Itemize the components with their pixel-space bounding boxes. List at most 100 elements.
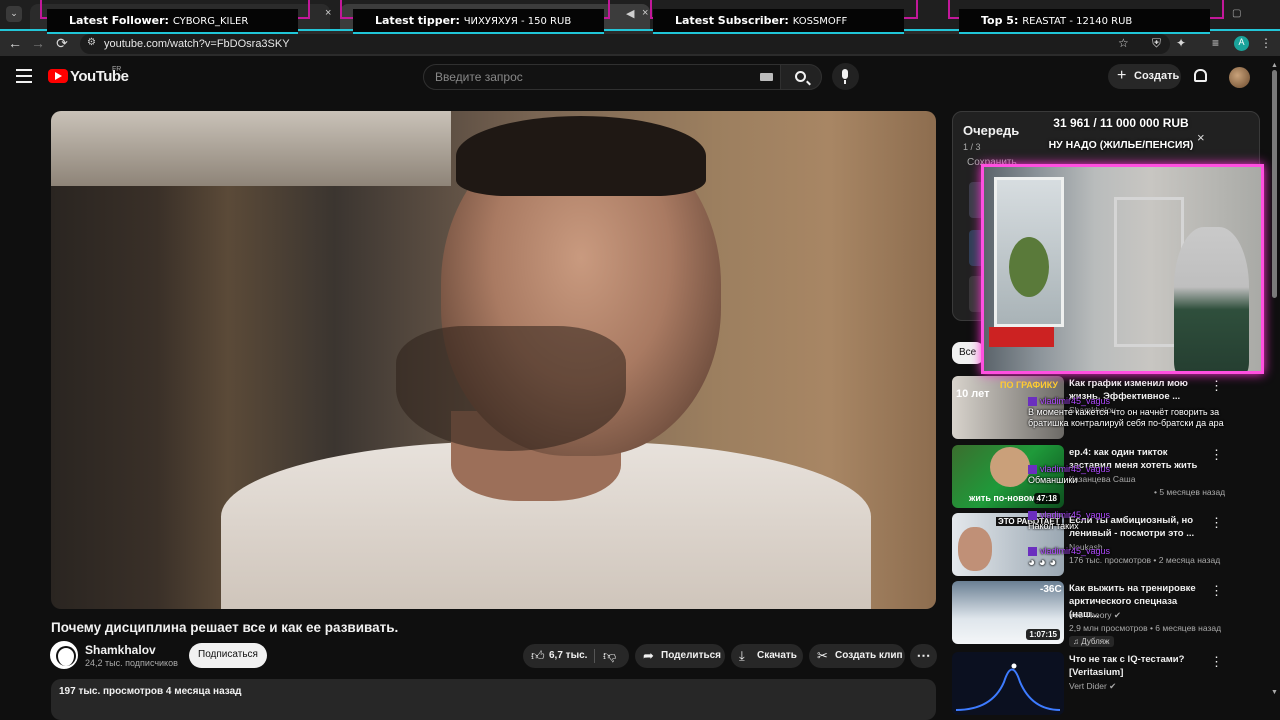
latest-follower-bar: Latest Follower: CYBORG_KILER <box>47 9 298 34</box>
like-divider <box>594 649 595 663</box>
chat-text: В моменте кажется что он начнёт говорить… <box>1028 407 1224 428</box>
youtube-header: YouTube FR Введите запрос + Создать <box>0 58 1280 98</box>
recommendation-meta: 2,9 млн просмотров • 6 месяцев назад <box>1069 623 1222 633</box>
like-count[interactable]: 6,7 тыс. <box>549 650 587 661</box>
thumbnail-face <box>958 527 992 571</box>
recommendation-channel[interactable]: Vert Dider ✔ <box>1069 681 1116 692</box>
more-options-icon[interactable]: ⋮ <box>1210 654 1223 670</box>
more-options-icon[interactable]: ⋮ <box>1210 378 1223 394</box>
download-button[interactable]: ⤓ Скачать <box>731 644 803 668</box>
scroll-down-arrow[interactable]: ▼ <box>1271 689 1278 696</box>
tab-close-icon[interactable]: × <box>325 7 331 19</box>
download-icon: ⤓ <box>739 648 745 663</box>
video-frame-ceiling <box>51 111 451 186</box>
profile-avatar[interactable]: A <box>1234 36 1249 51</box>
country-code: FR <box>112 66 122 73</box>
video-frame-beard <box>396 326 626 451</box>
chat-username: vladimir45_vagus <box>1040 510 1111 520</box>
back-icon[interactable]: ← <box>6 35 24 51</box>
video-frame-hair <box>456 116 706 196</box>
keyboard-icon[interactable] <box>760 73 773 81</box>
chat-emotes: ◕ ◕ ◕ <box>1028 555 1057 569</box>
chat-text: Накол таких <box>1028 521 1079 531</box>
video-thumbnail[interactable] <box>952 652 1064 715</box>
latest-follower-label: Latest Follower: <box>69 14 169 27</box>
tab-close-icon[interactable]: × <box>642 7 648 19</box>
reload-icon[interactable]: ⟳ <box>53 35 71 52</box>
scroll-up-arrow[interactable]: ▲ <box>1271 62 1278 69</box>
thumbnail-subcaption: 10 лет <box>956 388 990 400</box>
subscribe-button[interactable]: Подписаться <box>189 643 267 668</box>
url-field[interactable]: ⚙ youtube.com/watch?v=FbDOsra3SKY ☆ <box>80 34 1170 54</box>
like-icon[interactable]: 👍︎ <box>531 648 545 664</box>
top5-value: REASTAT - 12140 RUB <box>1022 16 1133 27</box>
queue-title: Очередь <box>963 123 1020 138</box>
share-button[interactable]: ➦ Поделиться <box>635 644 725 668</box>
views-and-date: 197 тыс. просмотров 4 месяца назад <box>59 686 242 697</box>
chat-message: vladimir45_vagus Обманшики <box>1028 464 1224 486</box>
chat-badge-icon <box>1028 511 1037 521</box>
webcam-plant <box>1009 237 1049 297</box>
shield-icon[interactable]: ⛨ <box>1152 36 1161 51</box>
search-input[interactable]: Введите запрос <box>423 64 781 90</box>
latest-tipper-label: Latest tipper: <box>375 14 460 27</box>
voice-search-mic-icon[interactable] <box>832 63 859 90</box>
donation-goal-progress: 31 961 / 11 000 000 RUB <box>1053 116 1189 130</box>
notifications-bell-icon[interactable] <box>1194 69 1207 82</box>
create-label: Создать <box>1134 70 1180 82</box>
bookmark-star-icon[interactable]: ☆ <box>1118 36 1129 50</box>
more-options-icon[interactable]: ⋮ <box>1210 447 1223 463</box>
forward-icon[interactable]: → <box>29 35 47 51</box>
channel-name-text: Yes Theory <box>1069 610 1112 620</box>
webcam-person <box>1174 227 1249 371</box>
more-actions-icon[interactable]: ⋯ <box>910 644 937 668</box>
duration-badge: 47:18 <box>1033 493 1060 504</box>
channel-name[interactable]: Shamkhalov <box>85 643 156 657</box>
hamburger-menu-icon[interactable] <box>16 69 32 83</box>
media-icon[interactable]: ≡ <box>1212 36 1219 50</box>
video-thumbnail[interactable]: -36C 1:07:15 <box>952 581 1064 644</box>
channel-name-text: Vert Dider <box>1069 681 1107 691</box>
browser-menu-icon[interactable]: ⋮ <box>1260 36 1272 50</box>
thumbnail-caption: ПО ГРАФИКУ <box>1000 380 1059 390</box>
search-button[interactable] <box>780 64 822 90</box>
more-options-icon[interactable]: ⋮ <box>1210 583 1223 599</box>
latest-follower-value: CYBORG_KILER <box>172 16 249 27</box>
youtube-logo-icon[interactable] <box>48 69 68 83</box>
latest-tipper-value: ЧИХУЯХУЯ - 150 RUB <box>463 16 572 27</box>
plus-icon: + <box>1117 67 1127 84</box>
minimize-icon[interactable]: ▢ <box>1232 8 1241 19</box>
top5-label: Top 5: <box>981 14 1019 27</box>
site-info-icon[interactable]: ⚙ <box>87 37 96 48</box>
latest-subscriber-bar: Latest Subscriber: KOSSMOFF <box>653 9 904 34</box>
chat-username: vladimir45_vagus <box>1040 464 1111 474</box>
recommendation-item[interactable]: -36C 1:07:15 Как выжить на тренировке ар… <box>952 581 1223 647</box>
chat-username: vladimir45_vagus <box>1040 396 1111 406</box>
chat-badge-icon <box>1028 465 1037 475</box>
top5-bar: Top 5: REASTAT - 12140 RUB <box>959 9 1210 34</box>
clip-button[interactable]: ✂ Создать клип <box>809 644 905 668</box>
share-label: Поделиться <box>661 650 722 661</box>
chat-message: vladimir45_vagus Накол таких <box>1028 510 1224 532</box>
clip-label: Создать клип <box>835 650 903 661</box>
dub-label: Дубляж <box>1081 637 1110 646</box>
close-icon[interactable]: × <box>1197 130 1205 145</box>
dislike-icon[interactable]: 👎︎ <box>603 648 616 664</box>
tab-audio-icon[interactable]: ◀ <box>626 7 634 20</box>
verified-icon: ✔ <box>1109 681 1117 691</box>
recommendation-title[interactable]: Что не так с IQ-тестами? [Veritasium] <box>1069 653 1209 679</box>
video-player[interactable] <box>51 111 936 609</box>
duration-badge: 1:07:15 <box>1026 629 1060 640</box>
search-icon <box>795 71 806 82</box>
extensions-icon[interactable]: ✦ <box>1176 36 1186 50</box>
filter-chip-all[interactable]: Все <box>952 342 984 364</box>
account-avatar[interactable] <box>1229 67 1250 88</box>
description-box[interactable]: 197 тыс. просмотров 4 месяца назад <box>51 679 936 720</box>
scrollbar-thumb[interactable] <box>1272 70 1277 298</box>
tab-search-button[interactable]: ⌄ <box>6 6 22 22</box>
dub-icon: ♫ <box>1073 637 1079 646</box>
recommendation-item[interactable]: Что не так с IQ-тестами? [Veritasium] Ve… <box>952 652 1223 716</box>
recommendation-channel[interactable]: Yes Theory ✔ <box>1069 610 1121 621</box>
channel-avatar[interactable] <box>50 641 78 669</box>
create-button[interactable]: + Создать <box>1108 64 1181 89</box>
